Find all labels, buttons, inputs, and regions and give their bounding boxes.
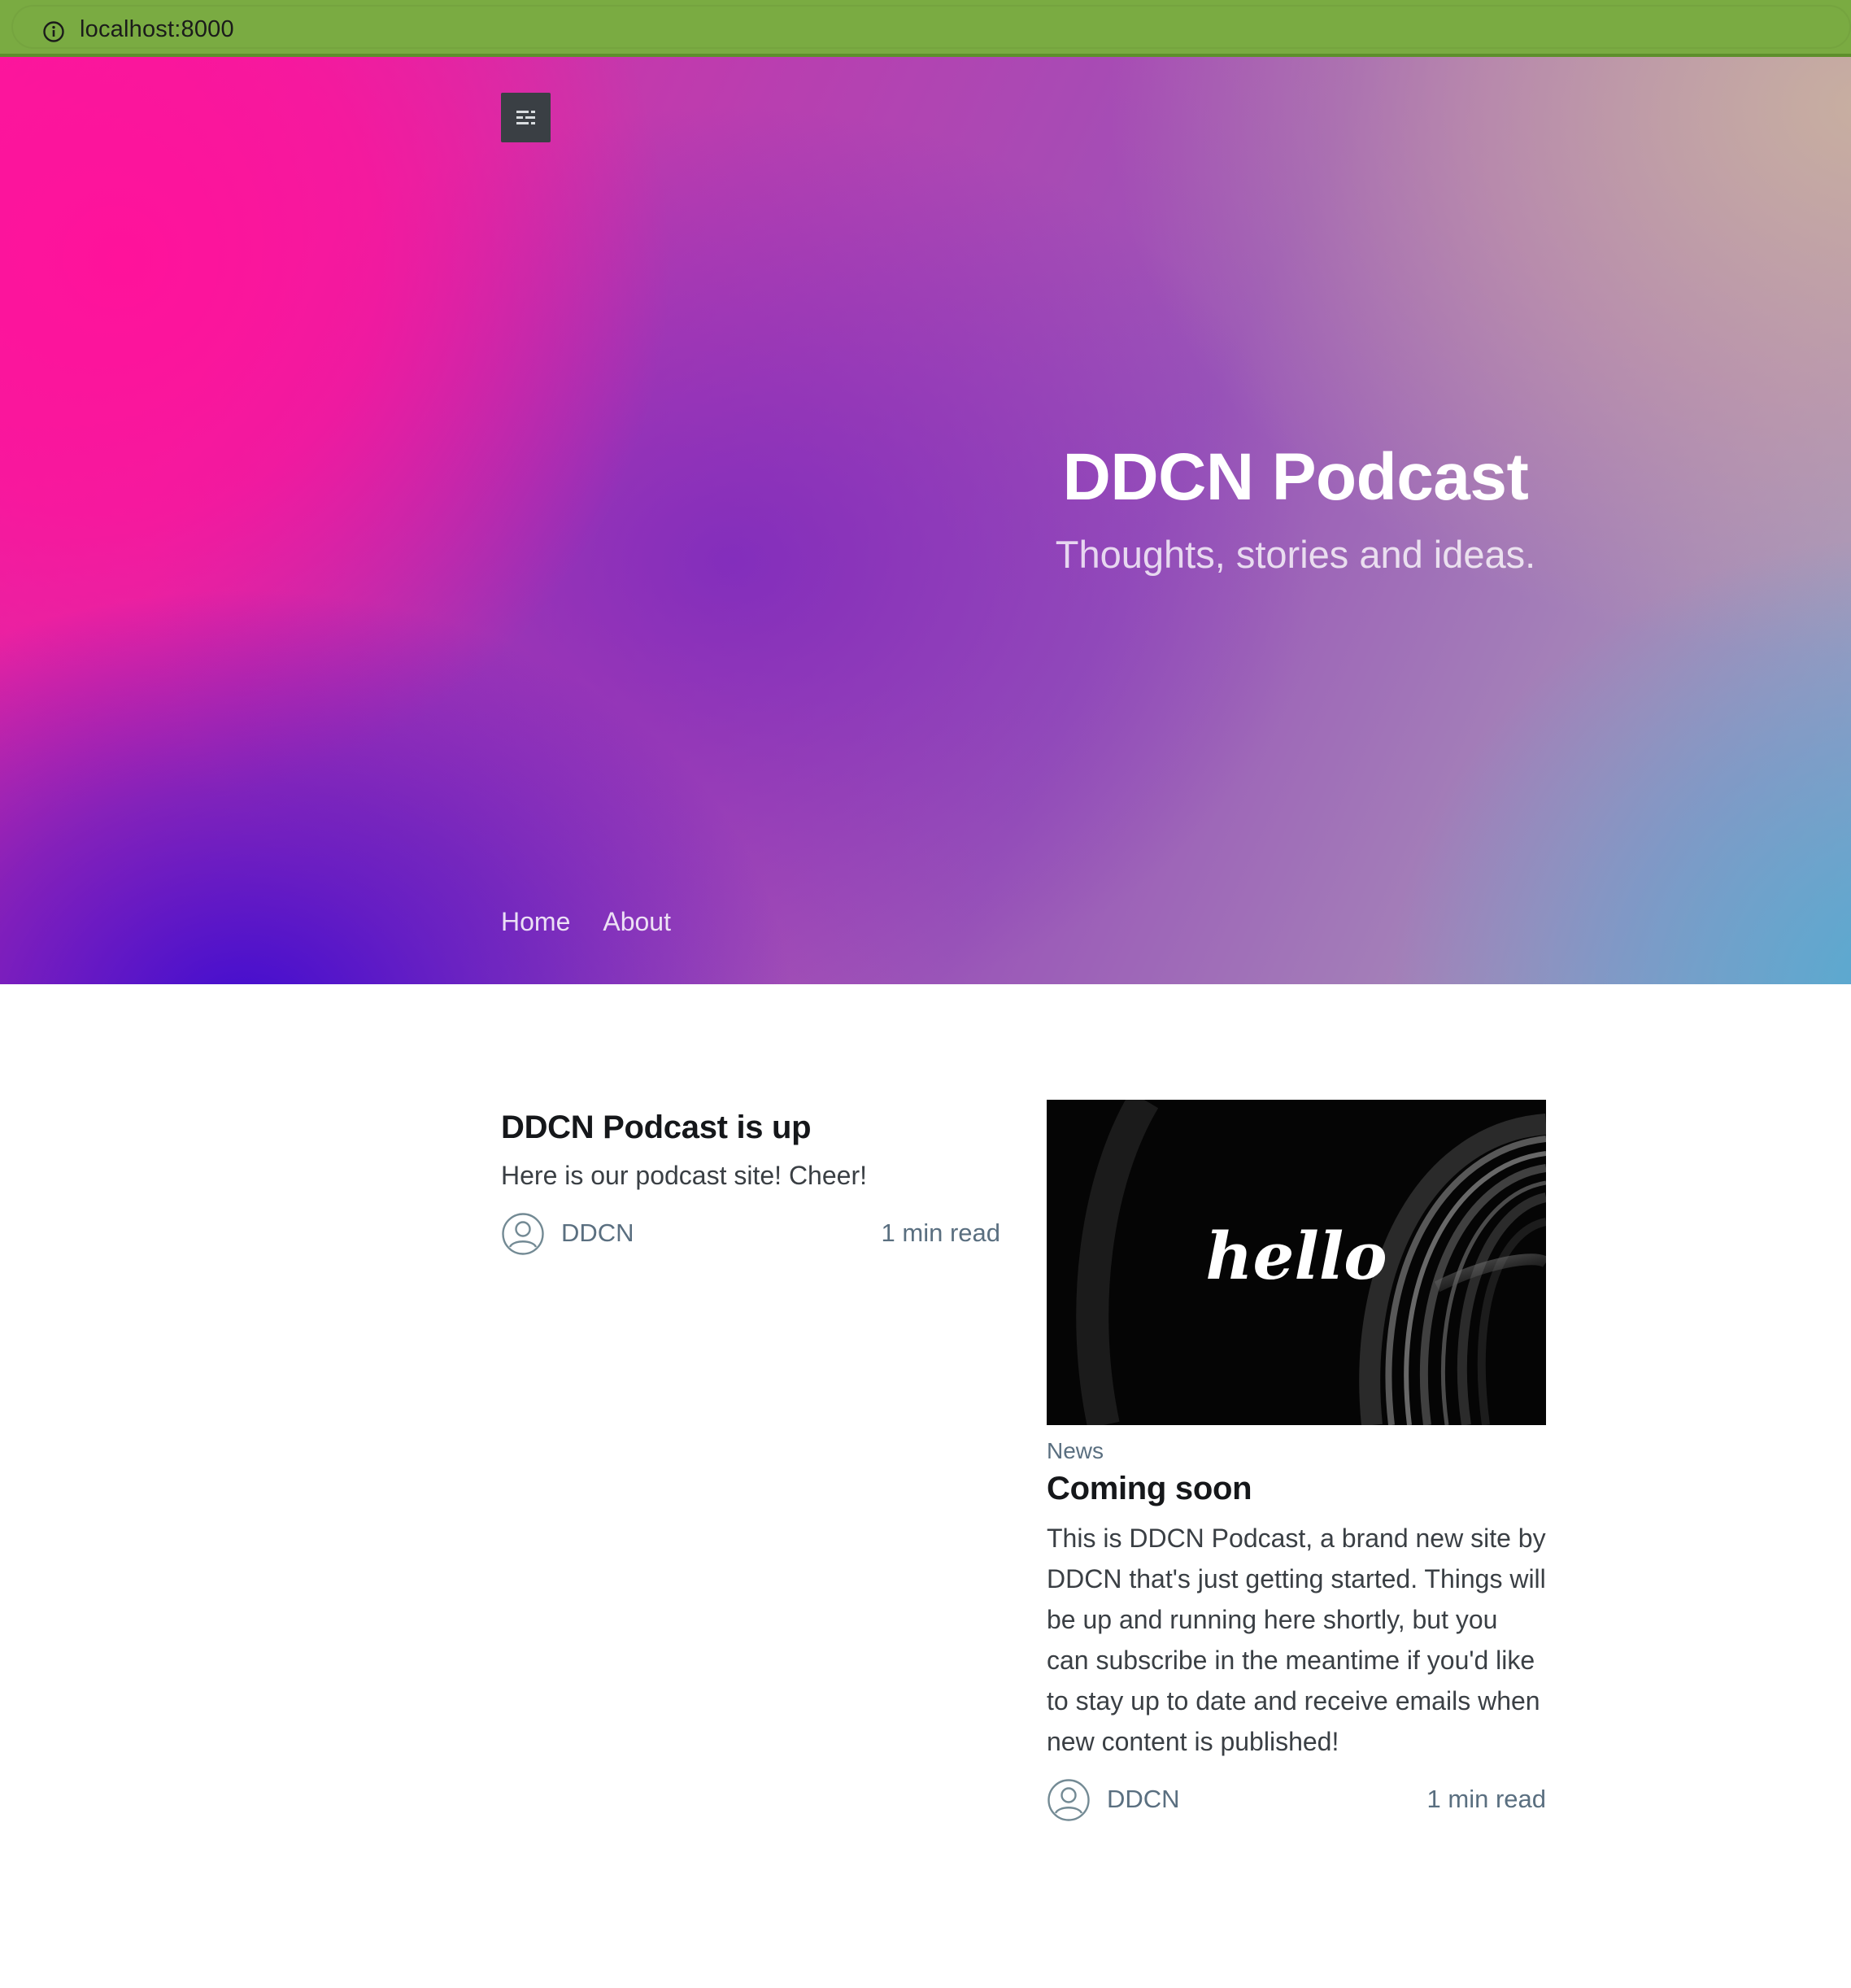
- author-name[interactable]: DDCN: [1107, 1785, 1180, 1814]
- post-title[interactable]: Coming soon: [1047, 1467, 1546, 1510]
- site-header: DDCN Podcast Thoughts, stories and ideas…: [0, 57, 1851, 984]
- main-nav: Home About: [501, 907, 671, 937]
- user-avatar-icon[interactable]: [1047, 1778, 1091, 1822]
- post-card[interactable]: hello News Coming soon This is DDCN Podc…: [1047, 1100, 1546, 1824]
- site-tagline: Thoughts, stories and ideas.: [1055, 533, 1536, 576]
- menu-button[interactable]: [501, 93, 551, 142]
- nav-item-about[interactable]: About: [603, 907, 671, 937]
- svg-text:hello: hello: [1205, 1218, 1387, 1294]
- url-field[interactable]: localhost:8000: [11, 5, 1851, 49]
- post-card[interactable]: DDCN Podcast is up Here is our podcast s…: [501, 1096, 1000, 1258]
- site-title[interactable]: DDCN Podcast: [844, 439, 1747, 516]
- post-title[interactable]: DDCN Podcast is up: [501, 1106, 1000, 1149]
- read-time: 1 min read: [881, 1219, 1000, 1247]
- post-excerpt[interactable]: This is DDCN Podcast, a brand new site b…: [1047, 1518, 1546, 1762]
- post-excerpt[interactable]: Here is our podcast site! Cheer!: [501, 1155, 1000, 1196]
- read-time: 1 min read: [1426, 1785, 1546, 1813]
- browser-address-bar: localhost:8000: [0, 0, 1851, 57]
- info-icon[interactable]: [42, 20, 65, 43]
- post-tag[interactable]: News: [1047, 1438, 1546, 1464]
- author-name[interactable]: DDCN: [561, 1219, 634, 1248]
- url-text[interactable]: localhost:8000: [80, 16, 234, 43]
- menu-icon: [516, 111, 535, 124]
- post-feature-image[interactable]: hello: [1047, 1100, 1546, 1425]
- nav-item-home[interactable]: Home: [501, 907, 570, 937]
- post-meta: DDCN 1 min read: [501, 1209, 1000, 1258]
- user-avatar-icon[interactable]: [501, 1212, 545, 1256]
- post-meta: DDCN 1 min read: [1047, 1775, 1546, 1824]
- hello-lettering: hello: [1205, 1218, 1387, 1294]
